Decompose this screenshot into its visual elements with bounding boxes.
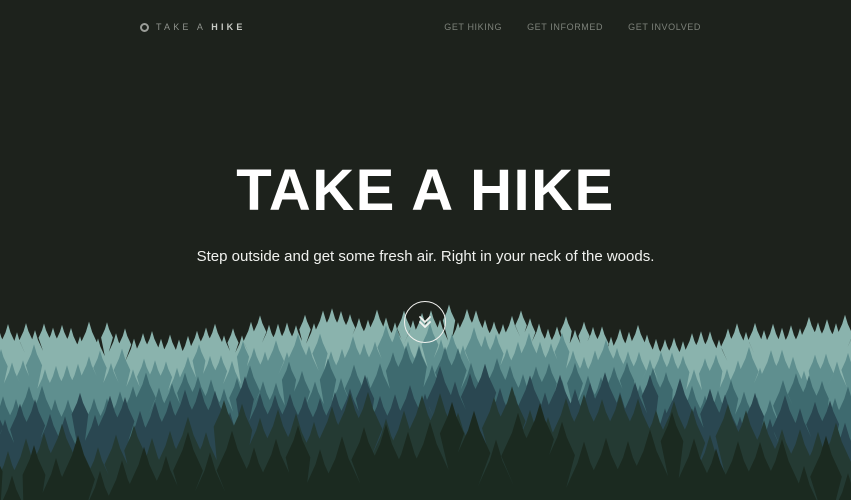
logo-text: TAKE A HIKE xyxy=(156,22,246,32)
hero-subtitle: Step outside and get some fresh air. Rig… xyxy=(196,248,655,265)
nav-link-get-hiking[interactable]: GET HIKING xyxy=(444,22,502,32)
scroll-down-button[interactable] xyxy=(404,301,446,343)
hero-title: TAKE A HIKE xyxy=(236,158,615,223)
logo-bold: HIKE xyxy=(211,22,246,32)
nav-links: GET HIKING GET INFORMED GET INVOLVED xyxy=(444,22,701,32)
top-nav: TAKE A HIKE GET HIKING GET INFORMED GET … xyxy=(0,0,851,56)
logo[interactable]: TAKE A HIKE xyxy=(140,22,246,32)
logo-prefix: TAKE A xyxy=(156,22,206,32)
nav-link-get-informed[interactable]: GET INFORMED xyxy=(527,22,603,32)
circle-icon xyxy=(140,22,149,32)
nav-link-get-involved[interactable]: GET INVOLVED xyxy=(628,22,701,32)
chevron-double-down-icon xyxy=(419,316,431,328)
